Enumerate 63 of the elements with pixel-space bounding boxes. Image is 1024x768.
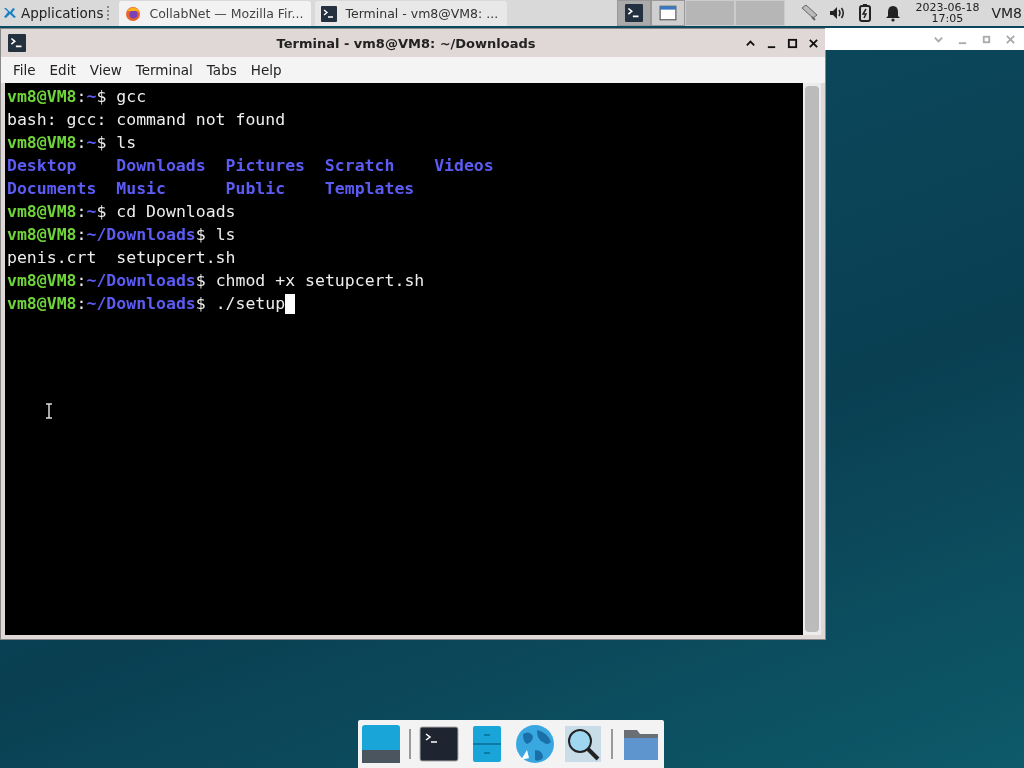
prompt-path: ~/Downloads	[86, 224, 196, 246]
terminal-icon	[7, 34, 27, 52]
command-text: $ ls	[195, 224, 236, 246]
menu-item[interactable]: View	[83, 60, 128, 80]
prompt-user: vm8@VM8	[7, 293, 77, 315]
prompt-path: ~	[86, 201, 97, 223]
close-icon[interactable]	[808, 37, 819, 49]
user-name[interactable]: VM8	[991, 5, 1022, 21]
taskbar-button[interactable]: Terminal - vm8@VM8: ...	[315, 1, 508, 26]
window-title: Terminal - vm8@VM8: ~/Downloads	[275, 35, 537, 51]
window-icon	[659, 4, 678, 22]
directory-name: Templates	[324, 179, 415, 198]
terminal-icon	[321, 5, 338, 22]
directory-name: Documents	[7, 179, 97, 198]
applications-menu[interactable]: Applications	[0, 0, 106, 26]
prompt-separator: :	[76, 270, 87, 292]
clock[interactable]: 2023-06-18 17:05	[915, 2, 980, 24]
text-cursor-pointer-icon	[45, 403, 53, 419]
command-text: $ ls	[96, 132, 137, 154]
directory-name: Videos	[434, 156, 494, 175]
command-text: $ gcc	[96, 86, 147, 108]
menu-item[interactable]: File	[7, 60, 42, 80]
prompt-user: vm8@VM8	[7, 224, 77, 246]
directory-name: Music	[116, 179, 166, 198]
roll-up-icon[interactable]	[745, 37, 756, 49]
prompt-path: ~	[86, 132, 97, 154]
browser-icon	[125, 5, 142, 22]
maximize-icon[interactable]	[787, 37, 798, 49]
menu-item[interactable]: Tabs	[200, 60, 243, 80]
prompt-separator: :	[76, 86, 87, 108]
scrollbar[interactable]	[803, 83, 821, 635]
prompt-path: ~/Downloads	[86, 293, 196, 315]
menu-item[interactable]: Terminal	[129, 60, 199, 80]
search-icon[interactable]	[563, 724, 603, 764]
prompt-path: ~/Downloads	[86, 270, 196, 292]
prompt-separator: :	[76, 201, 87, 223]
workspace-button[interactable]	[617, 0, 652, 26]
prompt-user: vm8@VM8	[7, 86, 77, 108]
menu-item[interactable]: Help	[244, 60, 288, 80]
prompt-separator: :	[76, 224, 87, 246]
output-text: penis.crt setupcert.sh	[7, 247, 236, 269]
directory-name: Pictures	[225, 156, 305, 175]
prompt-separator: :	[76, 132, 87, 154]
prompt-separator: :	[76, 293, 87, 315]
taskbar-button[interactable]: CollabNet — Mozilla Fir...	[119, 1, 312, 26]
terminal-icon[interactable]	[419, 724, 459, 764]
workspace-button[interactable]	[651, 0, 686, 26]
show-desktop-icon[interactable]	[361, 724, 401, 764]
prompt-user: vm8@VM8	[7, 201, 77, 223]
globe-icon[interactable]	[515, 724, 555, 764]
prompt-user: vm8@VM8	[7, 132, 77, 154]
directory-name: Downloads	[116, 156, 206, 175]
command-text: $ ./setup	[195, 293, 286, 315]
terminal-icon	[625, 4, 644, 22]
command-text: $ cd Downloads	[96, 201, 236, 223]
directory-name: Scratch	[324, 156, 395, 175]
prompt-path: ~	[86, 86, 97, 108]
command-text: $ chmod +x setupcert.sh	[195, 270, 425, 292]
prompt-user: vm8@VM8	[7, 270, 77, 292]
output-text: bash: gcc: command not found	[7, 109, 286, 131]
directory-name: Desktop	[7, 156, 77, 175]
menu-item[interactable]: Edit	[43, 60, 82, 80]
directory-name: Public	[225, 179, 286, 198]
